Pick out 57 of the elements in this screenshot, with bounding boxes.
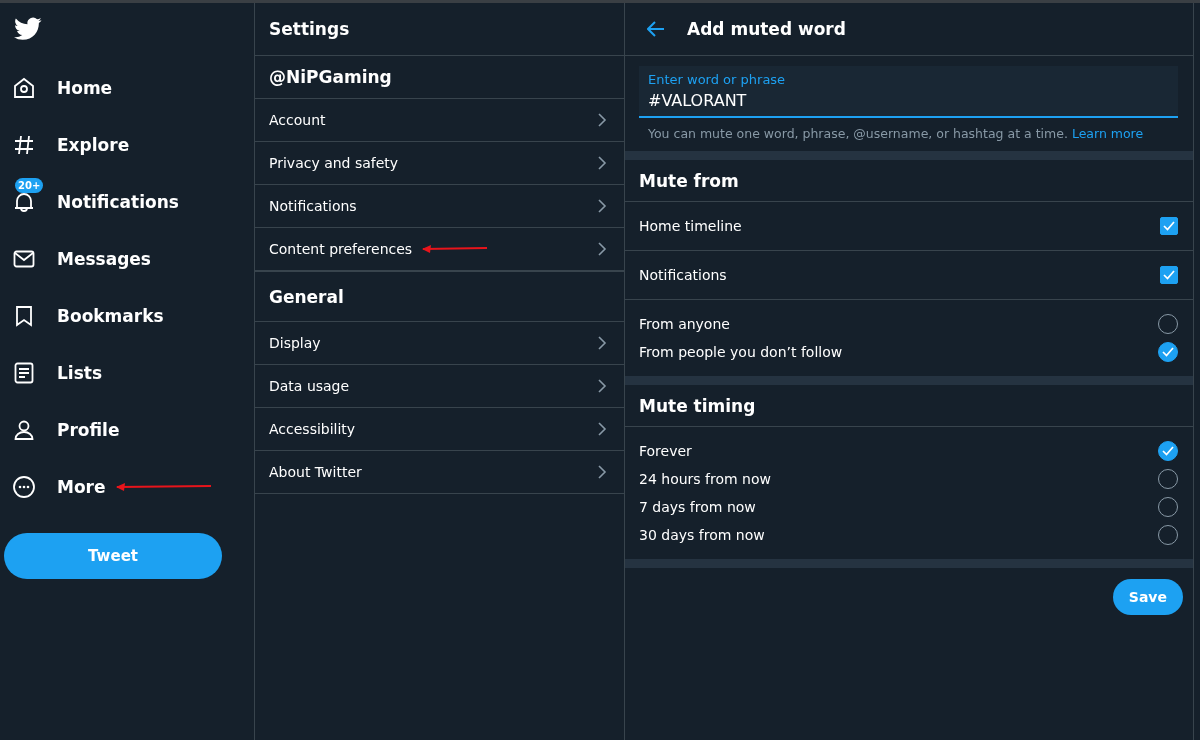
chevron-right-icon — [598, 242, 607, 256]
nav-item[interactable]: Messages — [4, 230, 151, 287]
checkmark-icon — [1163, 270, 1175, 280]
list-icon — [12, 360, 36, 385]
radio-button[interactable] — [1158, 342, 1178, 362]
option-label: 30 days from now — [639, 527, 765, 543]
option-label: Forever — [639, 443, 692, 459]
section-title: Mute from — [639, 170, 739, 191]
nav-item[interactable]: 20+ Notifications — [4, 173, 179, 230]
word-input-field[interactable]: Enter word or phrase #VALORANT — [639, 66, 1178, 118]
panel-title: Add muted word — [687, 19, 846, 39]
settings-item[interactable]: About Twitter — [269, 464, 362, 480]
settings-item[interactable]: Privacy and safety — [269, 155, 399, 171]
chevron-right-icon — [598, 113, 607, 127]
nav-item[interactable]: More — [4, 458, 106, 515]
settings-item[interactable]: Accessibility — [269, 421, 356, 437]
settings-item[interactable]: Content preferences — [269, 241, 413, 257]
back-arrow-icon[interactable] — [647, 21, 665, 37]
hint-text: You can mute one word, phrase, @username, or hashtag at a time. Learn more — [648, 126, 1145, 141]
section-title: @NiPGaming — [269, 67, 392, 87]
nav-item[interactable]: Lists — [4, 344, 103, 401]
settings-item[interactable]: Data usage — [269, 378, 350, 394]
field-value: #VALORANT — [648, 90, 748, 110]
nav-item[interactable]: Profile — [4, 401, 120, 458]
section-title: General — [269, 286, 344, 307]
settings-item[interactable]: Account — [269, 112, 326, 128]
chevron-right-icon — [598, 199, 607, 213]
chevron-right-icon — [598, 156, 607, 170]
chevron-right-icon — [598, 465, 607, 479]
nav-item[interactable]: Explore — [4, 116, 130, 173]
home-icon — [12, 75, 36, 100]
nav-item[interactable]: Bookmarks — [4, 287, 164, 344]
notification-badge: 20+ — [15, 177, 44, 193]
settings-item[interactable]: Display — [269, 335, 321, 351]
chevron-right-icon — [598, 336, 607, 350]
radio-button[interactable] — [1158, 441, 1178, 461]
option-label: From anyone — [639, 316, 730, 332]
option-label: From people you don’t follow — [639, 344, 843, 360]
checkbox[interactable] — [1160, 217, 1178, 235]
nav-item[interactable]: Home — [4, 59, 113, 116]
field-label: Enter word or phrase — [648, 72, 787, 87]
option-label: Notifications — [639, 267, 727, 283]
checkmark-icon — [1162, 446, 1174, 456]
option-label: 7 days from now — [639, 499, 756, 515]
learn-more-link[interactable]: Learn more — [1071, 126, 1144, 141]
settings-item[interactable]: Notifications — [269, 198, 357, 214]
chevron-right-icon — [598, 379, 607, 393]
panel-title: Settings — [269, 19, 350, 39]
more-icon — [12, 474, 36, 499]
bird-logo-icon[interactable] — [14, 17, 42, 41]
checkbox[interactable] — [1160, 266, 1178, 284]
option-label: Home timeline — [639, 218, 742, 234]
checkmark-icon — [1162, 347, 1174, 357]
section-title: Mute timing — [639, 395, 756, 416]
option-label: 24 hours from now — [639, 471, 771, 487]
checkmark-icon — [1163, 221, 1175, 231]
chevron-right-icon — [598, 422, 607, 436]
